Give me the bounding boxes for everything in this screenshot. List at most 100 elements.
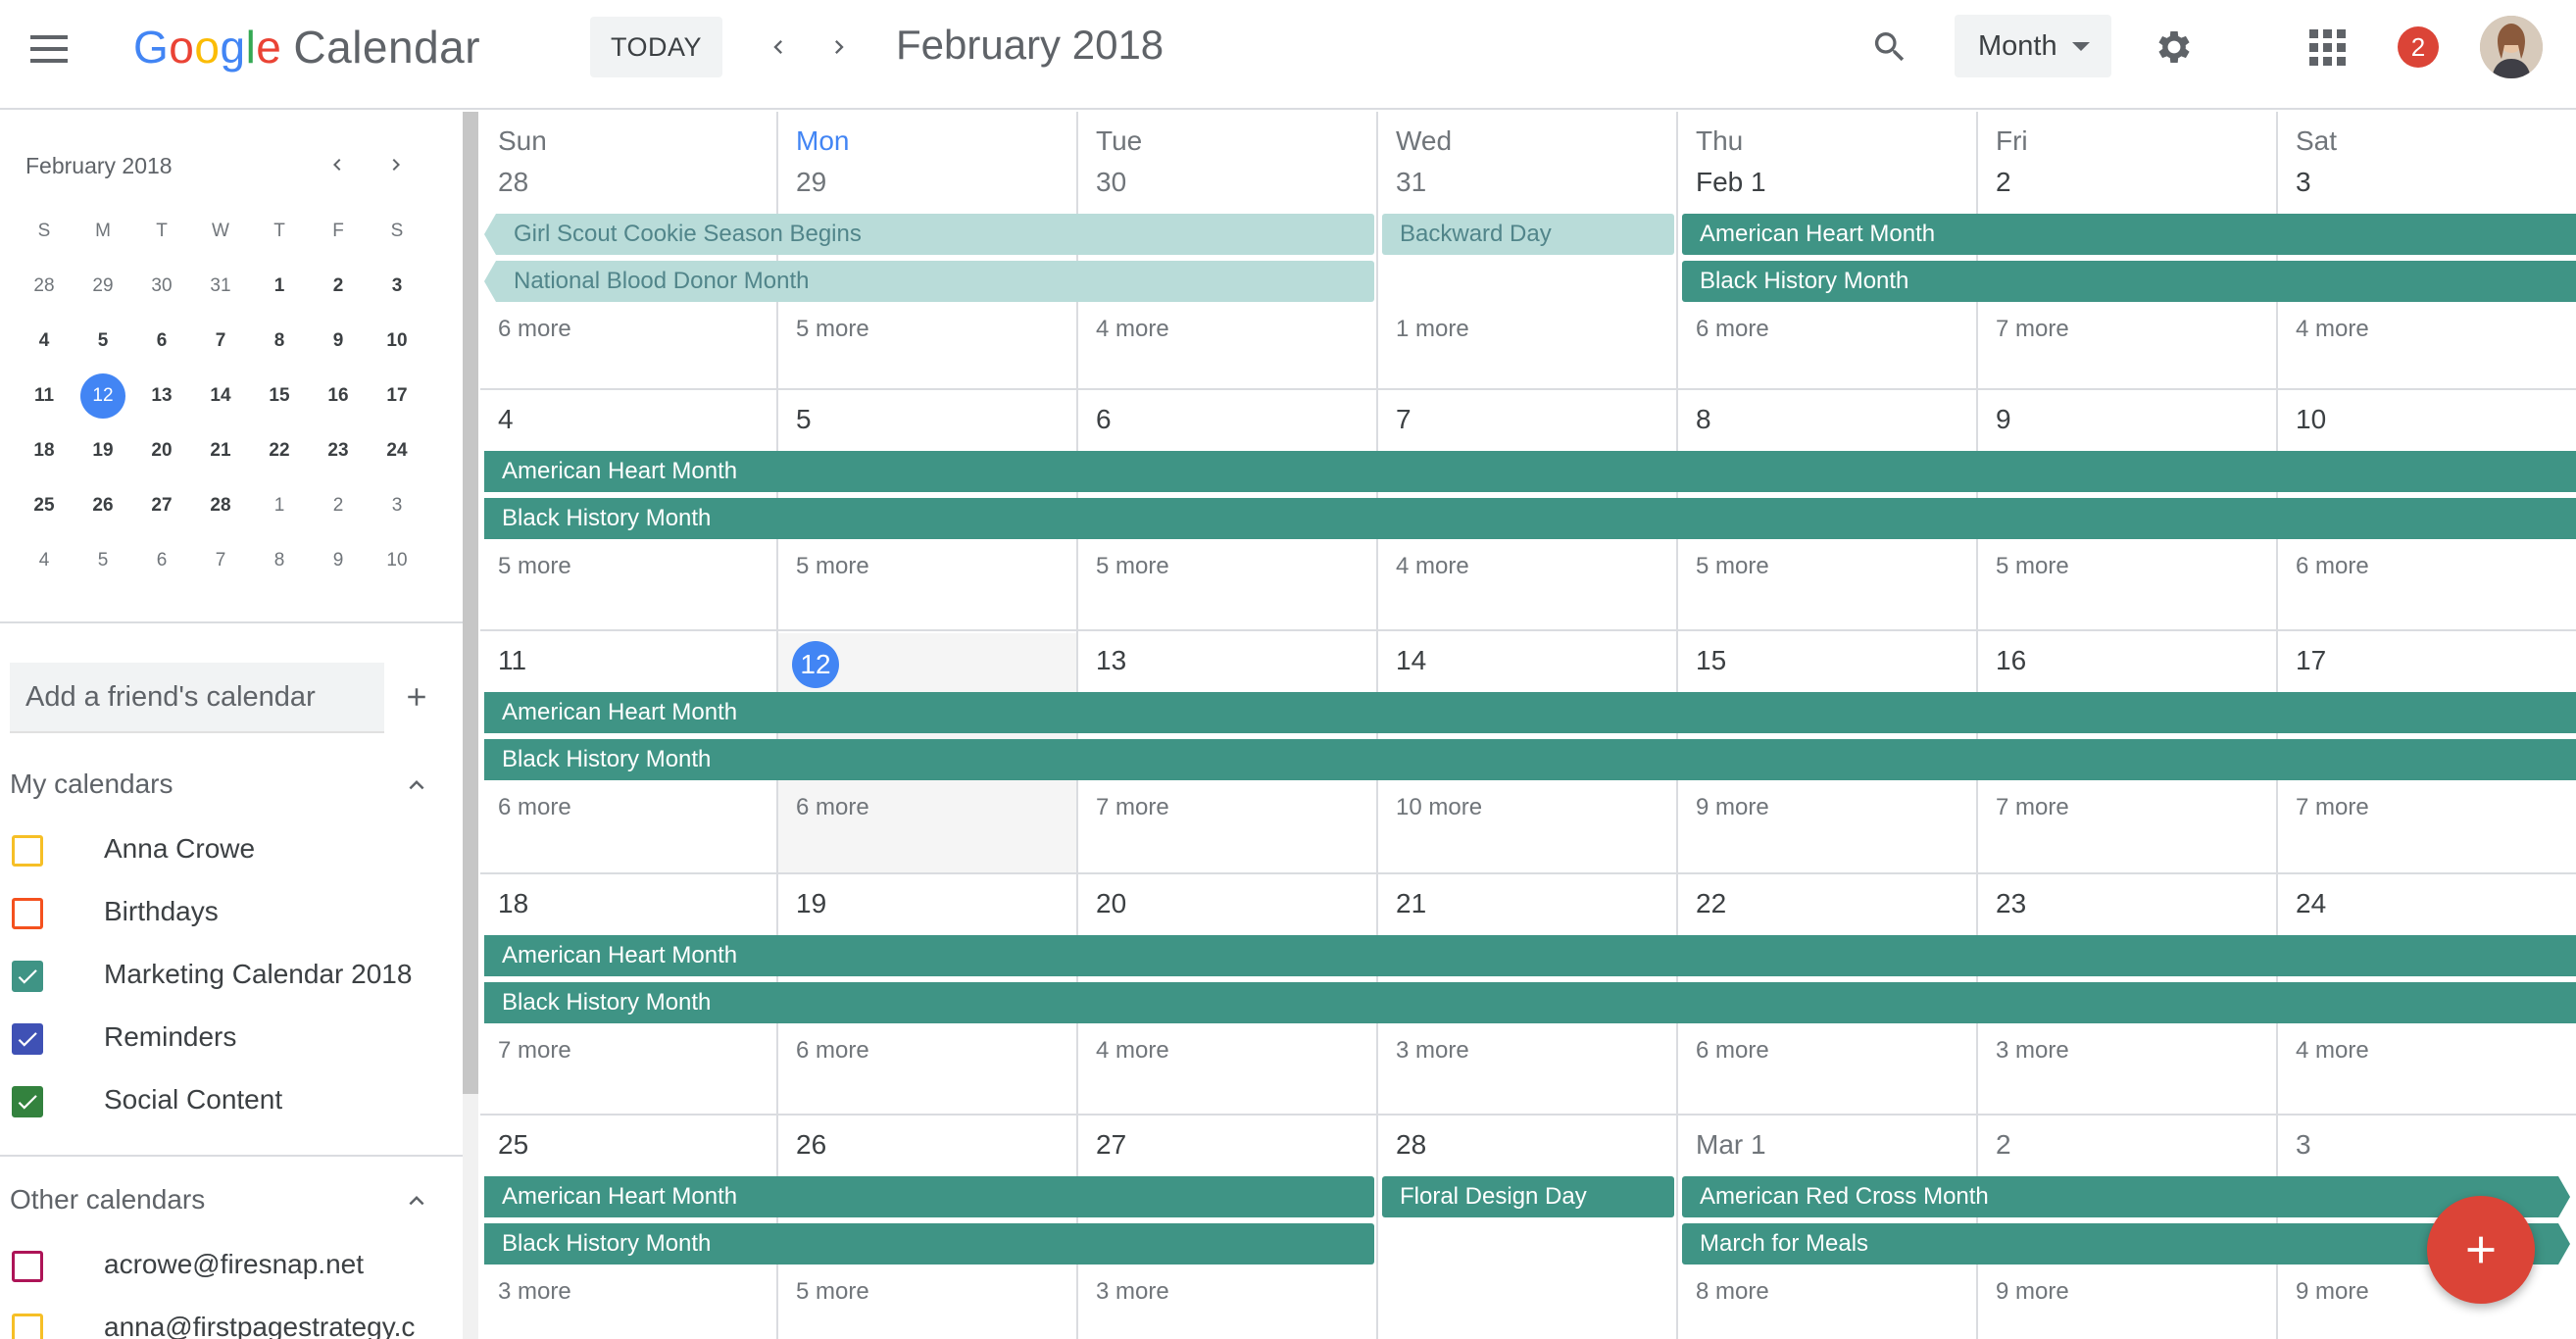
day-number[interactable]: 27 xyxy=(1096,1129,1126,1161)
mini-calendar-day[interactable]: 26 xyxy=(74,478,132,533)
event-chip[interactable]: Black History Month xyxy=(484,1223,1374,1265)
user-avatar[interactable] xyxy=(2480,16,2543,78)
calendar-item[interactable]: anna@firstpagestrategy.c xyxy=(0,1300,463,1339)
day-number[interactable]: 29 xyxy=(796,167,826,198)
day-number[interactable]: 17 xyxy=(2296,645,2326,676)
create-event-button[interactable] xyxy=(2427,1196,2535,1304)
more-events-link[interactable]: 5 more xyxy=(1696,553,1769,580)
day-number[interactable]: 6 xyxy=(1096,404,1112,435)
add-calendar-button[interactable] xyxy=(394,674,439,719)
day-number[interactable]: 28 xyxy=(498,167,528,198)
day-number[interactable]: 2 xyxy=(1996,1129,2011,1161)
search-button[interactable] xyxy=(1862,20,1917,74)
mini-calendar-day[interactable]: 5 xyxy=(74,533,132,588)
today-button[interactable]: TODAY xyxy=(590,17,722,77)
mini-calendar-day[interactable]: 10 xyxy=(368,314,426,369)
my-calendars-title[interactable]: My calendars xyxy=(10,769,173,800)
day-number[interactable]: 9 xyxy=(1996,404,2011,435)
add-friend-calendar-input[interactable] xyxy=(10,663,384,733)
mini-calendar-day[interactable]: 18 xyxy=(15,423,74,478)
mini-calendar-day[interactable]: 8 xyxy=(250,314,309,369)
event-chip[interactable]: Black History Month xyxy=(484,498,2576,539)
event-chip[interactable]: Girl Scout Cookie Season Begins xyxy=(496,214,1374,255)
day-number[interactable]: 15 xyxy=(1696,645,1726,676)
mini-calendar-day[interactable]: 2 xyxy=(309,259,368,314)
previous-period-button[interactable] xyxy=(751,20,806,74)
mini-calendar-day[interactable]: 9 xyxy=(309,533,368,588)
mini-calendar-day[interactable]: 22 xyxy=(250,423,309,478)
day-number[interactable]: 21 xyxy=(1396,888,1426,919)
more-events-link[interactable]: 6 more xyxy=(796,1037,869,1065)
calendar-checkbox[interactable] xyxy=(12,835,43,867)
event-chip[interactable]: Black History Month xyxy=(1682,261,2576,302)
event-chip[interactable]: American Heart Month xyxy=(1682,214,2576,255)
more-events-link[interactable]: 1 more xyxy=(1396,316,1469,343)
mini-calendar-day[interactable]: 30 xyxy=(132,259,191,314)
calendar-item[interactable]: Birthdays xyxy=(0,884,463,943)
calendar-checkbox[interactable] xyxy=(12,1023,43,1055)
more-events-link[interactable]: 4 more xyxy=(1096,1037,1169,1065)
day-number[interactable]: 20 xyxy=(1096,888,1126,919)
other-calendars-collapse-button[interactable] xyxy=(394,1178,439,1223)
event-chip[interactable]: American Red Cross Month xyxy=(1682,1176,2558,1217)
event-chip[interactable]: American Heart Month xyxy=(484,692,2576,733)
mini-calendar-day[interactable]: 28 xyxy=(15,259,74,314)
event-chip[interactable]: American Heart Month xyxy=(484,451,2576,492)
day-number[interactable]: 22 xyxy=(1696,888,1726,919)
mini-calendar-day[interactable]: 6 xyxy=(132,314,191,369)
more-events-link[interactable]: 4 more xyxy=(1396,553,1469,580)
day-number[interactable]: 26 xyxy=(796,1129,826,1161)
event-chip[interactable]: American Heart Month xyxy=(484,935,2576,976)
day-number[interactable]: 18 xyxy=(498,888,528,919)
day-number[interactable]: 5 xyxy=(796,404,812,435)
calendar-checkbox[interactable] xyxy=(12,1314,43,1339)
mini-calendar-day[interactable]: 25 xyxy=(15,478,74,533)
event-chip[interactable]: Black History Month xyxy=(484,739,2576,780)
mini-calendar-day[interactable]: 4 xyxy=(15,314,74,369)
day-number[interactable]: 11 xyxy=(498,645,526,676)
mini-calendar-day[interactable]: 17 xyxy=(368,369,426,423)
mini-calendar-day[interactable]: 13 xyxy=(132,369,191,423)
calendar-item[interactable]: Anna Crowe xyxy=(0,821,463,880)
calendar-item[interactable]: acrowe@firesnap.net xyxy=(0,1237,463,1296)
more-events-link[interactable]: 6 more xyxy=(498,794,571,821)
more-events-link[interactable]: 5 more xyxy=(1996,553,2069,580)
apps-grid-button[interactable] xyxy=(2298,18,2356,76)
notification-badge[interactable]: 2 xyxy=(2398,26,2439,68)
mini-calendar-day[interactable]: 8 xyxy=(250,533,309,588)
other-calendars-title[interactable]: Other calendars xyxy=(10,1184,205,1215)
more-events-link[interactable]: 3 more xyxy=(1996,1037,2069,1065)
more-events-link[interactable]: 10 more xyxy=(1396,794,1482,821)
more-events-link[interactable]: 6 more xyxy=(796,794,869,821)
calendar-checkbox[interactable] xyxy=(12,961,43,992)
more-events-link[interactable]: 7 more xyxy=(2296,794,2369,821)
mini-calendar-day[interactable]: 27 xyxy=(132,478,191,533)
day-number[interactable]: 7 xyxy=(1396,404,1412,435)
more-events-link[interactable]: 9 more xyxy=(1996,1278,2069,1306)
mini-calendar-day[interactable]: 5 xyxy=(74,314,132,369)
more-events-link[interactable]: 5 more xyxy=(498,553,571,580)
more-events-link[interactable]: 4 more xyxy=(2296,1037,2369,1065)
mini-calendar-day[interactable]: 9 xyxy=(309,314,368,369)
day-number-today[interactable]: 12 xyxy=(792,641,839,688)
more-events-link[interactable]: 7 more xyxy=(1096,794,1169,821)
day-number[interactable]: Feb 1 xyxy=(1696,167,1766,198)
more-events-link[interactable]: 4 more xyxy=(1096,316,1169,343)
mini-calendar-day[interactable]: 28 xyxy=(191,478,250,533)
more-events-link[interactable]: 7 more xyxy=(498,1037,571,1065)
mini-calendar-day[interactable]: 1 xyxy=(250,259,309,314)
more-events-link[interactable]: 3 more xyxy=(1096,1278,1169,1306)
mini-calendar-day[interactable]: 29 xyxy=(74,259,132,314)
more-events-link[interactable]: 3 more xyxy=(498,1278,571,1306)
calendar-checkbox[interactable] xyxy=(12,898,43,929)
day-number[interactable]: 25 xyxy=(498,1129,528,1161)
event-chip[interactable]: American Heart Month xyxy=(484,1176,1374,1217)
mini-calendar-today[interactable]: 12 xyxy=(74,369,132,423)
more-events-link[interactable]: 5 more xyxy=(796,553,869,580)
app-logo[interactable]: Google Calendar xyxy=(133,16,480,78)
mini-calendar-day[interactable]: 4 xyxy=(15,533,74,588)
mini-calendar-day[interactable]: 21 xyxy=(191,423,250,478)
sidebar-scrollbar-thumb[interactable] xyxy=(463,112,478,1094)
day-number[interactable]: 30 xyxy=(1096,167,1126,198)
day-number[interactable]: 23 xyxy=(1996,888,2026,919)
